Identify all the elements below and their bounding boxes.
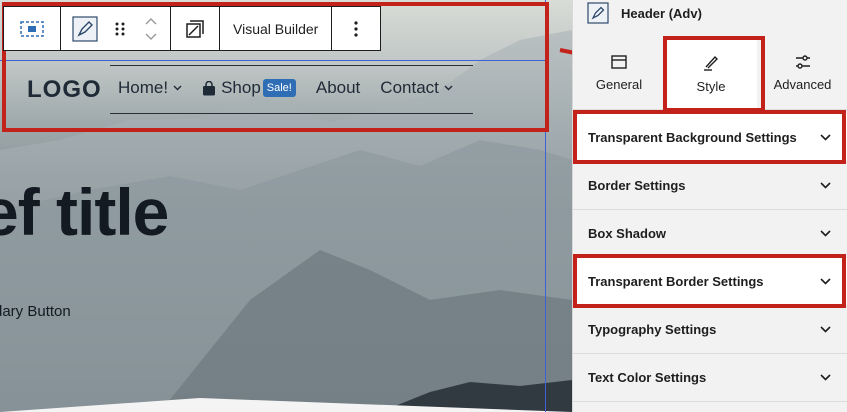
nav-top-divider xyxy=(110,65,473,66)
editor-canvas[interactable]: Visual Builder LOGO Home! Shop Sale! Abo… xyxy=(0,0,572,412)
select-parent-button[interactable] xyxy=(4,7,60,50)
panel-title: Typography Settings xyxy=(588,322,717,337)
transform-button[interactable] xyxy=(171,7,219,50)
panel-text-color[interactable]: Text Color Settings xyxy=(573,354,847,402)
panel-title: Text Color Settings xyxy=(588,370,707,385)
annotation-box-transparent-border xyxy=(573,254,846,308)
nav-item-about[interactable]: About xyxy=(316,78,360,98)
nav-bottom-divider xyxy=(110,113,473,114)
visual-builder-button[interactable]: Visual Builder xyxy=(220,7,331,50)
chevron-down-icon xyxy=(820,182,831,189)
tab-advanced[interactable]: Advanced xyxy=(757,38,847,110)
nav-item-label: Contact xyxy=(380,78,439,97)
shopping-bag-icon xyxy=(202,80,216,96)
panel-title: Border Settings xyxy=(588,178,686,193)
move-buttons[interactable] xyxy=(132,7,170,50)
block-type-button[interactable] xyxy=(61,7,109,50)
block-title: Header (Adv) xyxy=(621,5,702,21)
header-block-icon xyxy=(587,2,609,24)
chevron-down-icon xyxy=(444,85,453,91)
nav-item-contact[interactable]: Contact xyxy=(380,78,453,98)
sale-badge: Sale! xyxy=(262,79,296,97)
tab-label: Advanced xyxy=(773,77,832,92)
panel-title: Box Shadow xyxy=(588,226,667,241)
tab-general[interactable]: General xyxy=(573,38,665,110)
site-logo[interactable]: LOGO xyxy=(27,76,102,104)
sidebar-block-header: Header (Adv) xyxy=(587,0,702,26)
chevron-down-icon xyxy=(820,326,831,333)
block-select-icon xyxy=(20,20,44,37)
tab-label: General xyxy=(595,77,643,92)
chevron-down-icon xyxy=(820,230,831,237)
panel-box-shadow[interactable]: Box Shadow xyxy=(573,210,847,258)
more-options-button[interactable] xyxy=(332,7,380,50)
panel-typography[interactable]: Typography Settings xyxy=(573,306,847,354)
chevron-down-icon xyxy=(173,85,182,91)
nav-item-label: About xyxy=(315,78,361,97)
move-up-down-icon xyxy=(145,17,157,40)
hero-title: ef title xyxy=(0,175,169,249)
general-icon xyxy=(611,55,627,69)
nav-item-home[interactable]: Home! xyxy=(118,78,182,98)
drag-handle-icon xyxy=(115,22,125,35)
annotation-box-transparent-background xyxy=(573,110,846,164)
nav-item-label: Home! xyxy=(118,78,169,97)
vertical-ellipsis-icon xyxy=(354,20,358,37)
drag-handle[interactable] xyxy=(109,7,133,50)
block-toolbar: Visual Builder xyxy=(3,6,382,51)
chevron-down-icon xyxy=(820,374,831,381)
panel-border-settings[interactable]: Border Settings xyxy=(573,162,847,210)
main-navigation: Home! Shop Sale! About Contact xyxy=(118,78,453,98)
nav-item-label: Shop xyxy=(221,78,261,97)
header-block-icon xyxy=(72,15,98,42)
nav-item-shop[interactable]: Shop Sale! xyxy=(202,78,296,98)
sliders-icon xyxy=(795,55,810,69)
overlay-icon xyxy=(186,19,204,38)
secondary-button[interactable]: dary Button xyxy=(0,303,71,320)
annotation-box-style-tab xyxy=(663,36,765,112)
